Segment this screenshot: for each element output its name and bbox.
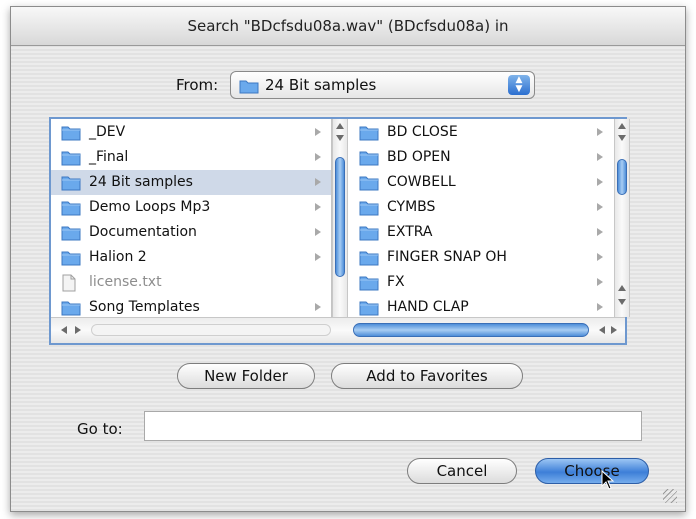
browser-row-label: Halion 2 xyxy=(89,249,147,265)
browser-row[interactable]: Song Templates xyxy=(51,295,331,317)
disclosure-arrow-icon xyxy=(597,178,603,186)
folder-icon xyxy=(61,149,81,170)
browser-row[interactable]: BD CLOSE xyxy=(349,120,613,145)
disclosure-arrow-icon xyxy=(597,253,603,261)
browser-row-label: EXTRA xyxy=(387,224,433,240)
browser-row-label: license.txt xyxy=(89,274,162,290)
folder-icon xyxy=(359,149,379,170)
disclosure-arrow-icon xyxy=(597,278,603,286)
browser-row[interactable]: Documentation xyxy=(51,220,331,245)
goto-field[interactable] xyxy=(144,411,642,441)
folder-icon xyxy=(61,199,81,220)
disclosure-arrow-icon xyxy=(315,303,321,311)
disclosure-arrow-icon xyxy=(597,228,603,236)
browser-row[interactable]: Demo Loops Mp3 xyxy=(51,195,331,220)
disclosure-arrow-icon xyxy=(597,303,603,311)
disclosure-arrow-icon xyxy=(597,203,603,211)
disclosure-arrow-icon xyxy=(315,228,321,236)
browser-row-label: 24 Bit samples xyxy=(89,174,193,190)
browser-row[interactable]: BD OPEN xyxy=(349,145,613,170)
choose-button[interactable]: Choose xyxy=(535,458,649,484)
folder-icon xyxy=(61,299,81,317)
scroll-up-icon[interactable] xyxy=(336,123,344,129)
folder-icon xyxy=(359,249,379,270)
document-icon xyxy=(61,274,77,296)
disclosure-arrow-icon xyxy=(597,128,603,136)
browser-row-label: Documentation xyxy=(89,224,197,240)
browser-row-label: Demo Loops Mp3 xyxy=(89,199,211,215)
from-label: From: xyxy=(176,76,219,94)
scroll-thumb[interactable] xyxy=(617,159,627,195)
folder-icon xyxy=(61,124,81,145)
goto-label: Go to: xyxy=(77,420,123,438)
folder-icon xyxy=(359,124,379,145)
browser-row-label: BD CLOSE xyxy=(387,124,458,140)
browser-column-2: BD CLOSE BD OPEN COWBELL CYMBS EXTRA FINGER S… xyxy=(349,119,613,317)
browser-row[interactable]: CYMBS xyxy=(349,195,613,220)
browser-row-label: FINGER SNAP OH xyxy=(387,249,507,265)
browser-row[interactable]: FX xyxy=(349,270,613,295)
scroll-track[interactable] xyxy=(91,324,331,336)
scroll-right-icon[interactable] xyxy=(611,326,617,334)
pointer-cursor-icon xyxy=(601,469,615,494)
column-1-scrollbar[interactable] xyxy=(332,119,348,317)
browser-row-label: Song Templates xyxy=(89,299,200,315)
browser-row-label: BD OPEN xyxy=(387,149,451,165)
folder-icon xyxy=(61,224,81,245)
disclosure-arrow-icon xyxy=(315,253,321,261)
scroll-down-icon[interactable] xyxy=(618,299,626,305)
browser-row[interactable]: _DEV xyxy=(51,120,331,145)
browser-row[interactable]: EXTRA xyxy=(349,220,613,245)
folder-icon xyxy=(61,174,81,195)
disclosure-arrow-icon xyxy=(597,153,603,161)
from-popup[interactable]: 24 Bit samples ▲ ▼ xyxy=(230,71,535,99)
folder-icon xyxy=(61,249,81,270)
dialog-title: Search "BDcfsdu08a.wav" (BDcfsdu08a) in xyxy=(11,7,685,46)
browser-row[interactable]: 24 Bit samples xyxy=(51,170,331,195)
browser-row-label: COWBELL xyxy=(387,174,456,190)
new-folder-button[interactable]: New Folder xyxy=(177,363,315,389)
disclosure-arrow-icon xyxy=(315,153,321,161)
browser-column-1: _DEV _Final 24 Bit samples Demo Loops Mp3 Do… xyxy=(51,119,332,317)
browser-row[interactable]: Halion 2 xyxy=(51,245,331,270)
browser-row-label: CYMBS xyxy=(387,199,436,215)
browser-row[interactable]: _Final xyxy=(51,145,331,170)
browser-row-label: HAND CLAP xyxy=(387,299,469,315)
scroll-left-icon[interactable] xyxy=(61,326,67,334)
from-selected: 24 Bit samples xyxy=(265,76,377,94)
horizontal-scroll-thumb[interactable] xyxy=(353,323,589,337)
resize-grip-icon[interactable] xyxy=(663,489,677,503)
disclosure-arrow-icon xyxy=(315,128,321,136)
scroll-down-icon[interactable] xyxy=(336,135,344,141)
browser-row[interactable]: COWBELL xyxy=(349,170,613,195)
browser-row[interactable]: license.txt xyxy=(51,270,331,295)
horizontal-scrollbar[interactable] xyxy=(51,317,625,343)
scroll-right-icon[interactable] xyxy=(75,326,81,334)
folder-icon xyxy=(359,274,379,295)
add-to-favorites-button[interactable]: Add to Favorites xyxy=(331,363,523,389)
scroll-thumb[interactable] xyxy=(335,157,345,277)
column-2-scrollbar[interactable] xyxy=(614,119,630,317)
browser-row-label: _Final xyxy=(89,149,129,165)
disclosure-arrow-icon xyxy=(315,178,321,186)
column-browser: _DEV _Final 24 Bit samples Demo Loops Mp3 Do… xyxy=(49,117,630,345)
popup-arrows-icon: ▲ ▼ xyxy=(508,75,530,95)
cancel-button[interactable]: Cancel xyxy=(407,458,517,484)
scroll-up-icon[interactable] xyxy=(618,123,626,129)
scroll-left-icon[interactable] xyxy=(599,326,605,334)
scroll-down-icon[interactable] xyxy=(618,135,626,141)
folder-icon xyxy=(359,174,379,195)
scroll-up-icon[interactable] xyxy=(618,285,626,291)
folder-icon xyxy=(359,224,379,245)
browser-row-label: _DEV xyxy=(89,124,126,140)
browser-row[interactable]: HAND CLAP xyxy=(349,295,613,317)
folder-icon xyxy=(359,299,379,317)
folder-icon xyxy=(359,199,379,220)
disclosure-arrow-icon xyxy=(315,203,321,211)
browser-row-label: FX xyxy=(387,274,405,290)
browser-row[interactable]: FINGER SNAP OH xyxy=(349,245,613,270)
folder-icon xyxy=(239,78,259,98)
search-dialog: Search "BDcfsdu08a.wav" (BDcfsdu08a) in … xyxy=(10,6,686,512)
